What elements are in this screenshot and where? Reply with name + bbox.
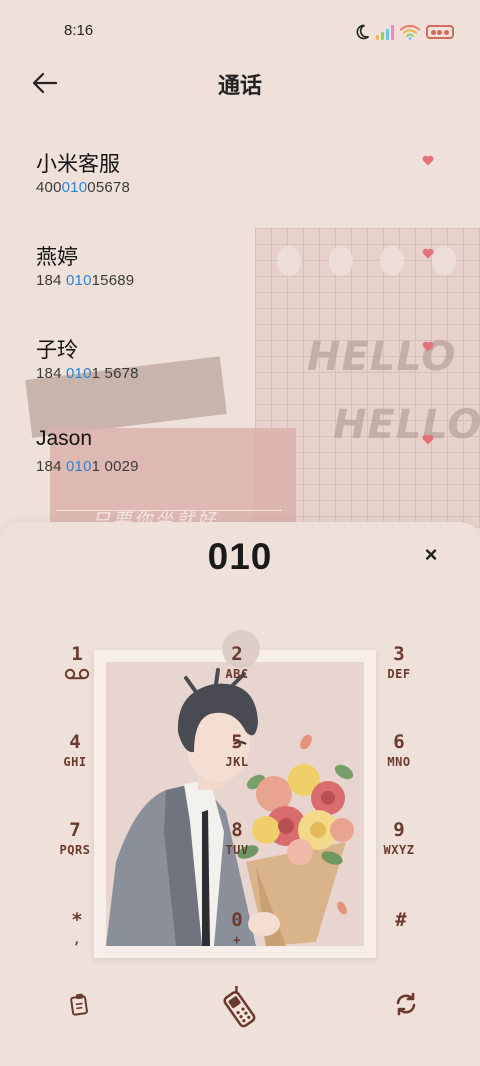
contact-row[interactable]: Jason 184 0101 0029 [0,419,480,509]
key-2[interactable]: 2 ABC [202,642,272,706]
status-icons [354,22,454,42]
heart-icon [422,341,434,352]
signal-icon [376,24,394,40]
contact-number: 40001005678 [36,179,130,196]
call-button[interactable] [218,984,262,1032]
contact-row[interactable]: 小米客服 40001005678 [0,140,480,230]
call-icon [223,986,256,1028]
key-3[interactable]: 3 DEF [364,642,434,706]
wifi-icon [400,24,420,40]
clear-button[interactable]: × [418,542,444,568]
clipboard-icon [70,993,88,1016]
status-time: 8:16 [64,22,94,39]
contact-row[interactable]: 子玲 184 0101 5678 [0,326,480,416]
voicemail-icon [64,668,90,680]
contact-name: 小米客服 [36,153,120,176]
sync-button[interactable] [386,984,426,1024]
dial-input-display[interactable]: 010 [0,536,480,578]
key-4[interactable]: 4 GHI [40,730,110,794]
key-5[interactable]: 5 JKL [202,730,272,794]
key-7[interactable]: 7 PQRS [40,818,110,882]
heart-icon [422,248,434,259]
key-8[interactable]: 8 TUV [202,818,272,882]
key-hash[interactable]: # [366,908,436,972]
contact-number: 184 01015689 [36,272,135,289]
clipboard-button[interactable] [60,984,100,1024]
heart-icon [422,434,434,445]
contact-number: 184 0101 0029 [36,458,139,475]
contact-name: Jason [36,427,93,450]
key-6[interactable]: 6 MNO [364,730,434,794]
status-bar: 8:16 [0,0,480,60]
key-star[interactable]: * , [42,908,112,972]
page-title: 通话 [217,73,262,98]
battery-icon [426,25,454,39]
key-9[interactable]: 9 WXYZ [364,818,434,882]
key-1[interactable]: 1 [42,642,112,706]
dialpad-sheet: 010 × 1 2 ABC 3 DEF 4 GHI 5 JKL 6 MNO 7 … [0,522,480,1066]
key-0[interactable]: 0 + [202,908,272,972]
sync-icon [396,992,416,1016]
contact-name: 燕婷 [36,246,78,269]
heart-icon [422,155,434,166]
contact-row[interactable]: 燕婷 184 01015689 [0,233,480,323]
contact-number: 184 0101 5678 [36,365,139,382]
contact-name: 子玲 [36,339,78,362]
moon-icon [356,24,370,40]
